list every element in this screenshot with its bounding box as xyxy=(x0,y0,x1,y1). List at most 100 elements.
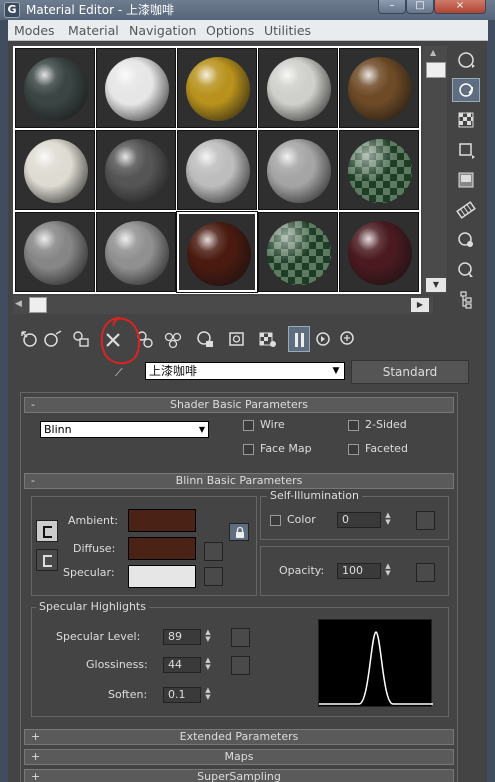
ambient-color-swatch[interactable] xyxy=(128,509,196,532)
material-type-button[interactable]: Standard xyxy=(351,360,469,384)
background-icon[interactable] xyxy=(452,108,480,132)
self-illum-map-button[interactable] xyxy=(416,511,435,530)
scroll-left-icon[interactable]: ◀ xyxy=(15,299,27,311)
spinner-updown-icon[interactable]: ▲ ▼ xyxy=(383,563,393,579)
material-sphere xyxy=(24,57,88,121)
maximize-button[interactable]: □ xyxy=(406,0,434,14)
backlight-icon[interactable] xyxy=(452,78,480,102)
material-slot[interactable] xyxy=(15,212,95,292)
specular-color-swatch[interactable] xyxy=(128,565,196,588)
wire-checkbox[interactable] xyxy=(243,420,254,431)
shader-type-dropdown[interactable]: Blinn ▼ xyxy=(40,421,209,438)
pick-material-eyedropper-icon[interactable]: ⟋ xyxy=(115,366,131,380)
scroll-thumb[interactable] xyxy=(29,297,47,313)
go-forward-icon[interactable] xyxy=(312,326,334,352)
material-slot[interactable] xyxy=(177,48,257,128)
window-frame-left xyxy=(0,20,8,782)
scroll-thumb[interactable] xyxy=(426,62,446,78)
specular-map-button[interactable] xyxy=(204,567,223,586)
material-name-field[interactable]: 上漆咖啡 xyxy=(145,362,345,380)
sample-type-icon[interactable] xyxy=(452,48,480,72)
soften-field[interactable]: 0.1 xyxy=(163,687,201,703)
rollout-title: Extended Parameters xyxy=(179,730,299,743)
material-slot[interactable] xyxy=(339,130,419,210)
material-slot[interactable] xyxy=(339,212,419,292)
put-to-scene-icon[interactable] xyxy=(42,326,64,352)
supersampling-header[interactable]: + SuperSampling xyxy=(24,769,454,782)
uv-tiling-icon[interactable] xyxy=(452,138,480,162)
shader-basic-parameters-header[interactable]: - Shader Basic Parameters xyxy=(24,397,454,413)
self-illum-value-field[interactable]: 0 xyxy=(337,512,381,528)
go-to-parent-icon[interactable] xyxy=(288,326,310,352)
opacity-value-field[interactable]: 100 xyxy=(337,563,381,579)
glossiness-field[interactable]: 44 xyxy=(163,657,201,673)
diffuse-map-button[interactable] xyxy=(204,542,223,561)
title-bar[interactable]: G Material Editor - 上漆咖啡 – □ × xyxy=(0,0,495,20)
spinner-updown-icon[interactable]: ▲ ▼ xyxy=(383,512,393,528)
get-material-icon[interactable] xyxy=(18,326,40,352)
assign-to-selection-icon[interactable] xyxy=(70,326,92,352)
scroll-up-icon[interactable]: ▲ xyxy=(430,48,436,57)
faceted-checkbox[interactable] xyxy=(348,444,359,455)
specular-level-map-button[interactable] xyxy=(231,628,250,647)
opacity-map-button[interactable] xyxy=(416,563,435,582)
menu-modes[interactable]: Modes xyxy=(14,23,55,38)
spinner-updown-icon[interactable]: ▲ ▼ xyxy=(203,687,213,703)
spinner-updown-icon[interactable]: ▲ ▼ xyxy=(203,657,213,673)
material-slot[interactable] xyxy=(258,48,338,128)
material-slot[interactable] xyxy=(258,130,338,210)
extended-parameters-header[interactable]: + Extended Parameters xyxy=(24,729,454,745)
material-sphere xyxy=(267,57,331,121)
material-slot[interactable] xyxy=(96,48,176,128)
diffuse-color-swatch[interactable] xyxy=(128,537,196,560)
glossiness-map-button[interactable] xyxy=(231,656,250,675)
material-slot[interactable] xyxy=(96,130,176,210)
spinner-updown-icon[interactable]: ▲ ▼ xyxy=(203,629,213,645)
material-navigator-icon[interactable] xyxy=(452,288,480,312)
put-to-library-icon[interactable] xyxy=(162,326,184,352)
maps-header[interactable]: + Maps xyxy=(24,749,454,765)
material-slot[interactable] xyxy=(176,211,258,293)
scroll-right-icon[interactable]: ▶ xyxy=(411,298,429,312)
show-end-result-icon[interactable] xyxy=(256,326,278,352)
material-slot[interactable] xyxy=(339,48,419,128)
specular-level-label: Specular Level: xyxy=(56,630,141,643)
specular-level-field[interactable]: 89 xyxy=(163,629,201,645)
show-map-in-viewport-icon[interactable] xyxy=(226,326,248,352)
menu-options[interactable]: Options xyxy=(206,23,254,38)
pick-from-object-icon[interactable] xyxy=(336,326,358,352)
rollout-expand-sign: + xyxy=(31,730,41,743)
options-icon[interactable] xyxy=(452,228,480,252)
material-slot[interactable] xyxy=(96,212,176,292)
lock-ambient-diffuse-icon[interactable] xyxy=(36,520,58,542)
material-slot[interactable] xyxy=(15,130,95,210)
material-id-channel-icon[interactable] xyxy=(194,326,216,352)
faceted-label: Faceted xyxy=(365,442,408,455)
material-slot[interactable] xyxy=(258,212,338,292)
soften-label: Soften: xyxy=(108,688,148,701)
minimize-button[interactable]: – xyxy=(378,0,406,14)
material-slot[interactable] xyxy=(15,48,95,128)
lock-diffuse-specular-icon[interactable] xyxy=(36,549,58,571)
slots-horizontal-scrollbar[interactable]: ◀ ▶ xyxy=(13,296,433,314)
two-sided-checkbox[interactable] xyxy=(348,420,359,431)
self-illum-color-checkbox[interactable] xyxy=(270,515,281,526)
menu-utilities[interactable]: Utilities xyxy=(264,23,311,38)
blinn-basic-parameters-header[interactable]: - Blinn Basic Parameters xyxy=(24,473,454,489)
slots-vertical-scrollbar[interactable]: ▲ ▼ xyxy=(423,46,447,294)
face-map-label: Face Map xyxy=(260,442,312,455)
chevron-down-icon[interactable]: ▼ xyxy=(328,363,344,379)
material-sphere xyxy=(267,221,331,285)
lock-icon[interactable] xyxy=(229,523,249,541)
menu-navigation[interactable]: Navigation xyxy=(129,23,196,38)
video-color-check-icon[interactable] xyxy=(452,168,480,192)
face-map-checkbox[interactable] xyxy=(243,444,254,455)
menu-material[interactable]: Material xyxy=(68,23,119,38)
material-slot[interactable] xyxy=(177,130,257,210)
two-sided-label: 2-Sided xyxy=(365,418,407,431)
make-preview-icon[interactable] xyxy=(452,198,480,222)
scroll-down-icon[interactable]: ▼ xyxy=(426,278,446,292)
select-by-material-icon[interactable] xyxy=(452,258,480,282)
close-button[interactable]: × xyxy=(434,0,486,14)
material-sphere xyxy=(186,139,250,203)
